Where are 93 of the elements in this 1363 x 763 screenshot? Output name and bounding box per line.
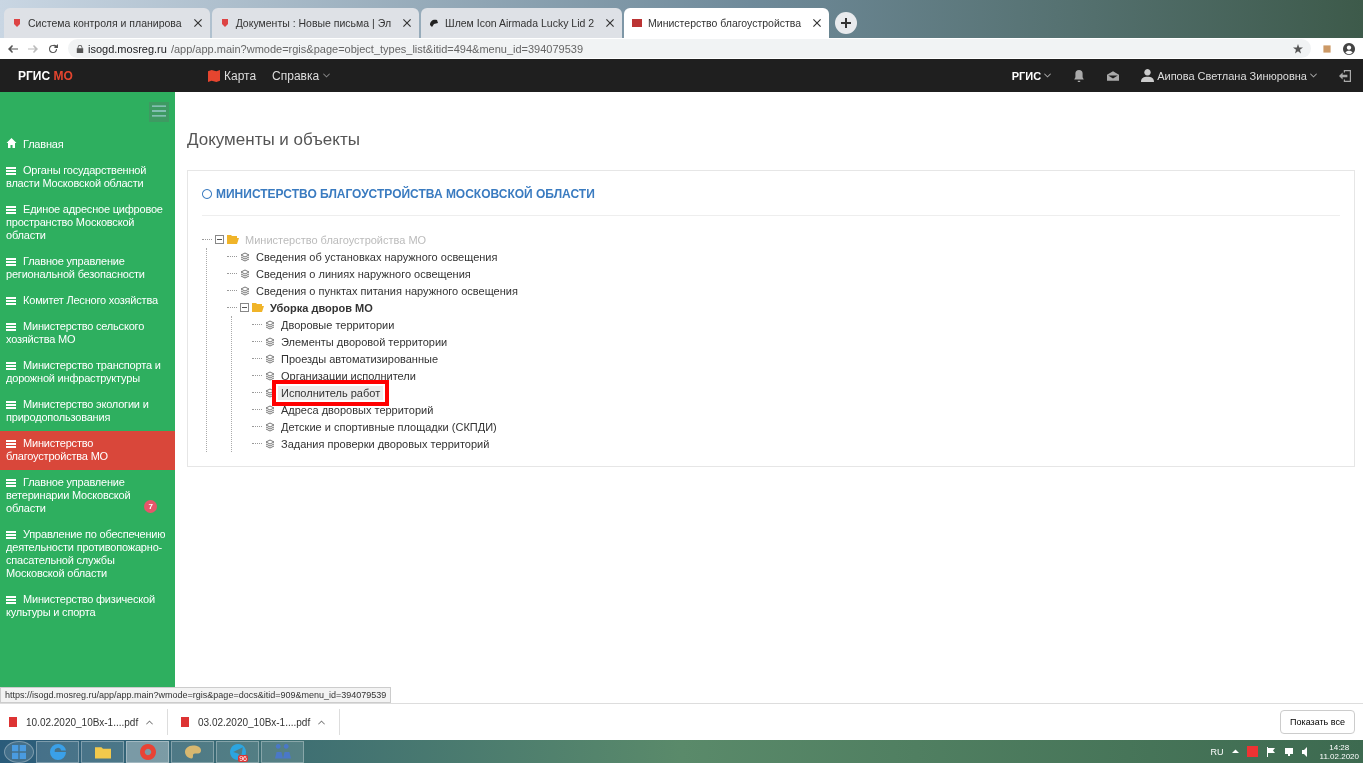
map-icon [208,69,220,82]
extension-icon [1321,42,1333,55]
close-icon [403,19,412,27]
list-icon [6,297,16,305]
emblem-icon [12,18,22,28]
minus-icon [242,305,247,310]
star-icon [1293,43,1303,54]
list-icon [6,206,16,214]
list-icon [6,323,16,331]
start-button[interactable] [4,740,34,763]
layers-icon [240,268,250,279]
user-menu[interactable]: Аипова Светлана Зинюровна [1141,69,1317,82]
messages-button[interactable] [1107,69,1120,82]
minus-icon [217,237,222,242]
logout-icon [1339,69,1351,82]
app-logo[interactable]: РГИС МО [18,68,208,83]
chevron-down-icon [1044,72,1052,79]
browser-tab[interactable]: Министерство благоустройства [624,8,830,38]
layers-icon [240,251,250,262]
system-menu[interactable]: РГИС [1011,69,1052,82]
layers-icon [240,285,250,296]
browser-icon [49,743,66,760]
close-icon [813,19,822,27]
network-icon [1283,746,1294,757]
close-icon [193,19,202,27]
language-indicator[interactable]: RU [1210,746,1224,757]
list-icon [6,167,16,175]
windows-logo-icon [12,744,26,759]
list-icon [6,596,16,604]
download-item[interactable]: 10.02.2020_10Вх-1....pdf [8,709,168,735]
taskbar-app[interactable] [261,740,304,763]
panel-title: МИНИСТЕРСТВО БЛАГОУСТРОЙСТВА МОСКОВСКОЙ ОБЛАСТИ [216,187,595,201]
list-icon [6,362,16,370]
download-item[interactable]: 03.02.2020_10Вх-1....pdf [180,709,340,735]
bell-icon [1073,69,1086,82]
clock[interactable]: 14:28 11.02.2020 [1319,742,1359,761]
nav-link[interactable]: Справка [272,68,331,83]
list-icon [6,258,16,266]
folder-icon [252,303,264,312]
nav-link[interactable]: Карта [208,68,257,83]
notifications-button[interactable] [1073,69,1086,82]
caret-up-icon [1231,748,1239,755]
home-icon [6,138,17,148]
sidebar-item[interactable]: Главное управление ветеринарии Московской области 7 [0,470,175,522]
page-title: Документы и объекты [187,130,361,150]
lock-icon [76,44,84,53]
layers-icon [265,421,275,432]
layers-icon [265,438,275,449]
list-icon [6,531,16,539]
chevron-down-icon [323,72,331,79]
new-tab-button[interactable] [835,12,858,34]
globe-icon [202,189,212,199]
chevron-down-icon [1310,72,1317,79]
sidebar-item[interactable]: Министерство благоустройства МО [0,431,175,470]
show-all-button[interactable]: Показать все [1280,710,1355,734]
paper-plane-icon [229,743,246,760]
layers-icon [265,370,275,381]
helmet-icon [429,18,440,28]
people-icon [274,743,291,760]
reload-icon [48,43,58,54]
taskbar-app[interactable] [36,740,79,763]
count-badge: 7 [144,500,157,513]
address-bar[interactable]: isogd.mosreg.ru /app/app.main?wmode=rgis&page=object_types_list&itid=494&menu_id=394079539 [68,39,1311,58]
back-icon [8,43,18,54]
browser-tab[interactable]: Система контроля и планирова [4,8,210,38]
emblem-icon [219,18,230,28]
flag-icon [1265,746,1276,757]
url-host: isogd.mosreg.ru [88,42,167,55]
taskbar-app[interactable] [81,740,124,763]
taskbar-app[interactable] [126,740,169,763]
plus-icon [841,18,852,28]
taskbar-app[interactable] [171,740,214,763]
layers-icon [265,404,275,415]
palette-icon [184,743,201,760]
layers-icon [265,336,275,347]
forward-icon [28,43,38,54]
list-icon [6,401,16,409]
list-icon [6,479,16,487]
profile-icon [1343,42,1355,55]
browser-tab[interactable]: Шлем Icon Airmada Lucky Lid 2 [421,8,623,38]
status-url: https://isogd.mosreg.ru/app/app.main?wmode=rgis&page=docs&itid=909&menu_id=394079539 [0,687,392,703]
logout-button[interactable] [1339,69,1351,82]
close-icon [606,19,615,27]
user-icon [1141,69,1155,82]
layers-icon [265,319,275,330]
caret-up-icon [318,718,326,726]
url-path: /app/app.main?wmode=rgis&page=object_types_list&itid=494&menu_id=394079539 [170,42,584,55]
browser-tab[interactable]: Документы : Новые письма | Эл [211,8,420,38]
caret-up-icon [146,718,154,726]
envelope-icon [1107,69,1120,82]
folder-icon [227,235,239,244]
layers-icon [265,353,275,364]
list-icon [6,440,16,448]
